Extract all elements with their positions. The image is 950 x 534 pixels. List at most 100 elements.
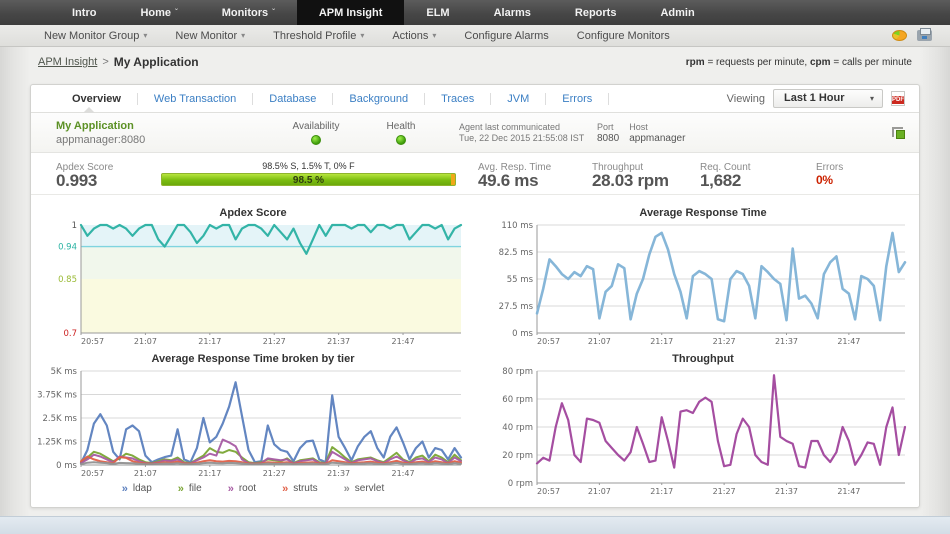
svg-text:21:27: 21:27 [713, 487, 736, 496]
apdex-bar-percentage: 98.5 % [162, 175, 455, 186]
average-response-time-chart: Average Response Time 110 ms82.5 ms55 ms… [493, 203, 913, 349]
tab-overview[interactable]: Overview [56, 93, 138, 105]
svg-text:21:37: 21:37 [327, 337, 350, 346]
apdex-score-metric: Apdex Score 0.993 [56, 161, 161, 187]
rpm-meaning: = requests per minute, [707, 57, 807, 68]
charts-grid: Apdex Score 10.940.850.720:5721:0721:172… [31, 195, 919, 499]
errors-metric: Errors 0% [816, 161, 896, 187]
nav-admin[interactable]: Admin [638, 0, 716, 25]
svg-text:20:57: 20:57 [81, 469, 104, 478]
svg-text:21:47: 21:47 [392, 337, 415, 346]
throughput-value: 28.03 rpm [592, 174, 700, 187]
legend-item-servlet[interactable]: »servlet [344, 483, 385, 494]
legend-label: struts [293, 483, 317, 494]
svg-text:21:17: 21:17 [198, 337, 221, 346]
legend-item-struts[interactable]: »struts [282, 483, 318, 494]
svg-text:27.5 ms: 27.5 ms [499, 302, 534, 312]
chevron-down-icon: ˇ [175, 8, 178, 17]
legend-item-file[interactable]: »file [178, 483, 202, 494]
apdex-bar: 98.5 % [161, 173, 456, 186]
health-status: Health [361, 121, 441, 145]
actions-label: Actions [392, 30, 428, 42]
port-info: Port 8080 [597, 121, 619, 145]
nav-reports[interactable]: Reports [553, 0, 639, 25]
svg-text:21:17: 21:17 [650, 337, 673, 346]
legend-item-ldap[interactable]: » ldap [122, 483, 152, 494]
tab-errors[interactable]: Errors [546, 93, 609, 105]
nav-home[interactable]: Home ˇ [118, 0, 199, 25]
nav-alarms[interactable]: Alarms [472, 0, 553, 25]
nav-monitors[interactable]: Monitors ˇ [200, 0, 297, 25]
avg-response-metric: Avg. Resp. Time 49.6 ms [478, 161, 578, 187]
new-monitor-group-label: New Monitor Group [44, 30, 139, 42]
threshold-profile-menu[interactable]: Threshold Profile ▾ [259, 30, 378, 42]
response-time-by-tier-plot[interactable]: 5K ms3.75K ms2.5K ms1.25K ms0 ms20:5721:… [37, 366, 469, 478]
actions-menu[interactable]: Actions ▾ [378, 30, 450, 42]
export-pdf-icon[interactable] [891, 91, 905, 106]
new-monitor-label: New Monitor [175, 30, 237, 42]
chevron-down-icon: ▾ [870, 94, 874, 103]
viewing-label: Viewing [727, 93, 765, 105]
throughput-chart-title: Throughput [493, 353, 913, 365]
tab-background[interactable]: Background [333, 93, 425, 105]
svg-text:0 ms: 0 ms [512, 329, 533, 339]
svg-text:21:07: 21:07 [588, 487, 611, 496]
tab-traces[interactable]: Traces [425, 93, 491, 105]
viewing-control: Viewing Last 1 Hour ▾ [727, 89, 919, 108]
chevron-down-icon: ▾ [432, 31, 436, 40]
tab-database[interactable]: Database [253, 93, 333, 105]
svg-text:20:57: 20:57 [537, 337, 560, 346]
expand-monitor-icon[interactable] [892, 127, 905, 139]
errors-label: Errors [816, 161, 896, 174]
legend-item-root[interactable]: »root [228, 483, 256, 494]
svg-text:21:07: 21:07 [588, 337, 611, 346]
throughput-plot[interactable]: 80 rpm60 rpm40 rpm20 rpm0 rpm20:5721:072… [493, 366, 913, 496]
sub-navigation-bar: New Monitor Group ▾ New Monitor ▾ Thresh… [0, 25, 950, 47]
svg-text:0.94: 0.94 [58, 243, 77, 253]
configure-monitors-link[interactable]: Configure Monitors [563, 30, 684, 42]
legend-marker-icon: » [178, 484, 184, 494]
svg-text:20 rpm: 20 rpm [502, 451, 533, 461]
agent-last-communicated: Agent last communicated Tue, 22 Dec 2015… [459, 122, 587, 144]
svg-text:55 ms: 55 ms [507, 275, 534, 285]
availability-status: Availability [271, 121, 361, 145]
errors-value: 0% [816, 174, 896, 187]
breadcrumb: APM Insight > My Application rpm = reque… [38, 55, 912, 69]
legend-label: ldap [133, 483, 152, 494]
average-response-time-plot[interactable]: 110 ms82.5 ms55 ms27.5 ms0 ms20:5721:072… [493, 220, 913, 346]
apdex-score-chart: Apdex Score 10.940.850.720:5721:0721:172… [37, 203, 469, 349]
throughput-chart: Throughput 80 rpm60 rpm40 rpm20 rpm0 rpm… [493, 349, 913, 499]
avg-response-value: 49.6 ms [478, 174, 578, 187]
svg-text:21:07: 21:07 [134, 469, 157, 478]
availability-label: Availability [271, 121, 361, 132]
pie-chart-icon[interactable] [892, 30, 907, 41]
tab-jvm[interactable]: JVM [491, 93, 546, 105]
configure-alarms-link[interactable]: Configure Alarms [450, 30, 562, 42]
nav-elm[interactable]: ELM [404, 0, 471, 25]
new-monitor-group-menu[interactable]: New Monitor Group ▾ [30, 30, 161, 42]
breadcrumb-apm-insight-link[interactable]: APM Insight [38, 56, 97, 68]
throughput-metric: Throughput 28.03 rpm [592, 161, 700, 187]
printer-icon[interactable] [917, 30, 932, 41]
application-name[interactable]: My Application [56, 120, 271, 132]
new-monitor-menu[interactable]: New Monitor ▾ [161, 30, 259, 42]
tab-web-transaction[interactable]: Web Transaction [138, 93, 253, 105]
response-time-by-tier-chart: Average Response Time broken by tier 5K … [37, 349, 469, 499]
nav-intro[interactable]: Intro [50, 0, 118, 25]
rpm-abbrev: rpm [686, 57, 705, 68]
nav-apm-insight[interactable]: APM Insight [297, 0, 405, 25]
svg-text:40 rpm: 40 rpm [502, 423, 533, 433]
breadcrumb-separator: > [102, 56, 108, 68]
health-label: Health [361, 121, 441, 132]
svg-text:21:27: 21:27 [263, 337, 286, 346]
cpm-abbrev: cpm [810, 57, 831, 68]
legend-marker-icon: » [122, 484, 128, 494]
breadcrumb-current-page: My Application [114, 55, 199, 69]
time-period-dropdown[interactable]: Last 1 Hour ▾ [773, 89, 883, 108]
svg-text:21:47: 21:47 [837, 487, 860, 496]
active-tab-notch [83, 107, 95, 113]
avg-response-chart-title: Average Response Time [493, 207, 913, 219]
apdex-score-plot[interactable]: 10.940.850.720:5721:0721:1721:2721:3721:… [37, 220, 469, 346]
chevron-down-icon: ▾ [143, 31, 147, 40]
request-count-value: 1,682 [700, 174, 816, 187]
